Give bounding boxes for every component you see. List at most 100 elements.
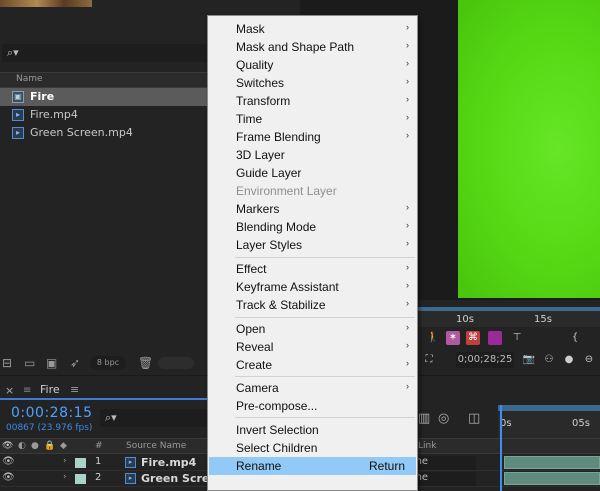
- eye-icon[interactable]: 👁: [2, 472, 15, 483]
- timeline-time-ruler[interactable]: 0s 05s: [498, 405, 600, 438]
- menu-item-environment-layer: Environment Layer: [209, 182, 416, 200]
- layer-duration-bar[interactable]: [504, 472, 600, 485]
- thumbnail-size-slider[interactable]: [158, 357, 194, 369]
- project-item-fire[interactable]: ▣ Fire: [0, 88, 207, 106]
- snapshot-icon[interactable]: 📷: [522, 353, 536, 367]
- bracket-icon[interactable]: {: [568, 331, 582, 345]
- timeline-search-input[interactable]: ⌕▾: [100, 409, 207, 427]
- column-link[interactable]: Link: [418, 441, 436, 451]
- menu-item-transform[interactable]: Transform ›: [209, 92, 416, 110]
- audio-icon[interactable]: ◐: [18, 441, 26, 451]
- menu-label: Rename: [236, 459, 282, 473]
- menu-separator: [235, 317, 415, 318]
- menu-label: Blending Mode: [236, 220, 317, 234]
- menu-item-mask-and-shape-path[interactable]: Mask and Shape Path ›: [209, 38, 416, 56]
- marker-icon[interactable]: ⊤: [510, 331, 524, 345]
- menu-item-rename[interactable]: Rename Return: [209, 457, 416, 475]
- layer-name[interactable]: Fire.mp4: [141, 456, 196, 469]
- work-area-bar[interactable]: [418, 307, 600, 311]
- menu-item-invert-selection[interactable]: Invert Selection: [209, 421, 416, 439]
- menu-item-mask[interactable]: Mask ›: [209, 20, 416, 38]
- label-icon[interactable]: ◆: [60, 441, 67, 451]
- render-queue-icon[interactable]: ➶: [70, 356, 80, 370]
- walk-icon[interactable]: 🚶: [426, 331, 440, 345]
- menu-item-markers[interactable]: Markers ›: [209, 200, 416, 218]
- menu-item-reveal[interactable]: Reveal ›: [209, 338, 416, 356]
- menu-item-pre-compose[interactable]: Pre-compose...: [209, 397, 416, 415]
- bit-depth-button[interactable]: 8 bpc: [90, 356, 126, 370]
- menu-item-layer-styles[interactable]: Layer Styles ›: [209, 236, 416, 254]
- menu-item-select-children[interactable]: Select Children: [209, 439, 416, 457]
- draft-3d-icon[interactable]: ▥: [418, 411, 430, 426]
- menu-label: Invert Selection: [236, 423, 319, 437]
- fast-preview-icon[interactable]: ⊖: [582, 353, 596, 367]
- submenu-arrow-icon: ›: [406, 298, 409, 308]
- footage-icon: ▸: [12, 109, 24, 121]
- motion-blur-icon[interactable]: ✶: [446, 331, 460, 345]
- new-folder-icon[interactable]: ▭: [24, 356, 35, 370]
- eye-icon[interactable]: 👁: [2, 456, 15, 467]
- playhead[interactable]: [500, 405, 502, 491]
- menu-item-quality[interactable]: Quality ›: [209, 56, 416, 74]
- project-search-input[interactable]: ⌕▾: [2, 44, 207, 62]
- trash-icon[interactable]: 🗑: [138, 356, 153, 370]
- panel-menu-icon[interactable]: ≡: [23, 385, 31, 396]
- layer-duration-bar[interactable]: [504, 456, 600, 469]
- new-composition-icon[interactable]: ▣: [46, 356, 57, 370]
- menu-label: Guide Layer: [236, 166, 302, 180]
- label-color-swatch[interactable]: [75, 474, 86, 484]
- expand-arrow-icon[interactable]: ›: [63, 456, 67, 466]
- menu-item-effect[interactable]: Effect ›: [209, 260, 416, 278]
- region-of-interest-icon[interactable]: ⛶: [422, 353, 436, 367]
- project-item-green-screen[interactable]: ▸ Green Screen.mp4: [0, 124, 207, 142]
- menu-label: Reveal: [236, 340, 274, 354]
- submenu-arrow-icon: ›: [406, 76, 409, 86]
- submenu-arrow-icon: ›: [406, 130, 409, 140]
- menu-item-track-stabilize[interactable]: Track & Stabilize ›: [209, 296, 416, 314]
- solo-icon[interactable]: ●: [31, 441, 39, 451]
- show-snapshot-icon[interactable]: ⚇: [542, 353, 556, 367]
- menu-label: Keyframe Assistant: [236, 280, 339, 294]
- close-tab-icon[interactable]: ×: [5, 384, 14, 397]
- column-name-label: Name: [16, 74, 43, 84]
- viewer-time-ruler[interactable]: 10s 15s: [418, 307, 600, 327]
- menu-item-camera[interactable]: Camera ›: [209, 379, 416, 397]
- menu-item-time[interactable]: Time ›: [209, 110, 416, 128]
- timeline-tab[interactable]: Fire: [40, 383, 60, 396]
- search-icon: ⌕▾: [7, 46, 19, 59]
- tab-menu-icon[interactable]: ≡: [70, 383, 79, 396]
- menu-label: Frame Blending: [236, 130, 321, 144]
- frame-count-display: 00867 (23.976 fps): [6, 423, 93, 433]
- lock-icon[interactable]: 🔒: [44, 441, 55, 451]
- menu-item-keyframe-assistant[interactable]: Keyframe Assistant ›: [209, 278, 416, 296]
- menu-item-guide-layer[interactable]: Guide Layer: [209, 164, 416, 182]
- menu-item-frame-blending[interactable]: Frame Blending ›: [209, 128, 416, 146]
- menu-item-open[interactable]: Open ›: [209, 320, 416, 338]
- graph-editor-toggle-icon[interactable]: ◫: [468, 411, 480, 426]
- column-hash: #: [95, 441, 103, 451]
- footage-icon: ▸: [12, 127, 24, 139]
- ruler-label-10s: 10s: [456, 314, 474, 325]
- graph-editor-icon[interactable]: [488, 331, 502, 345]
- work-area-bar[interactable]: [498, 405, 600, 411]
- menu-item-create[interactable]: Create ›: [209, 356, 416, 374]
- channel-icon[interactable]: ●: [562, 353, 576, 367]
- frame-blend-icon[interactable]: ⌘: [466, 331, 480, 345]
- menu-item-switches[interactable]: Switches ›: [209, 74, 416, 92]
- project-item-fire-mp4[interactable]: ▸ Fire.mp4: [0, 106, 207, 124]
- menu-item-3d-layer[interactable]: 3D Layer: [209, 146, 416, 164]
- submenu-arrow-icon: ›: [406, 112, 409, 122]
- current-time-display[interactable]: 0:00:28:15: [11, 405, 93, 421]
- composition-icon: ▣: [12, 91, 24, 103]
- interpret-footage-icon[interactable]: ⊟: [2, 356, 12, 370]
- label-color-swatch[interactable]: [75, 458, 86, 468]
- submenu-arrow-icon: ›: [406, 220, 409, 230]
- column-source-name[interactable]: Source Name: [126, 441, 186, 451]
- viewer-timecode[interactable]: 0;00;28;25: [456, 352, 514, 368]
- motion-blur-toggle-icon[interactable]: ◎: [438, 411, 449, 426]
- menu-separator: [235, 417, 415, 418]
- menu-label: Layer Styles: [236, 238, 303, 252]
- menu-item-blending-mode[interactable]: Blending Mode ›: [209, 218, 416, 236]
- expand-arrow-icon[interactable]: ›: [63, 472, 67, 482]
- eye-icon[interactable]: 👁: [2, 441, 13, 451]
